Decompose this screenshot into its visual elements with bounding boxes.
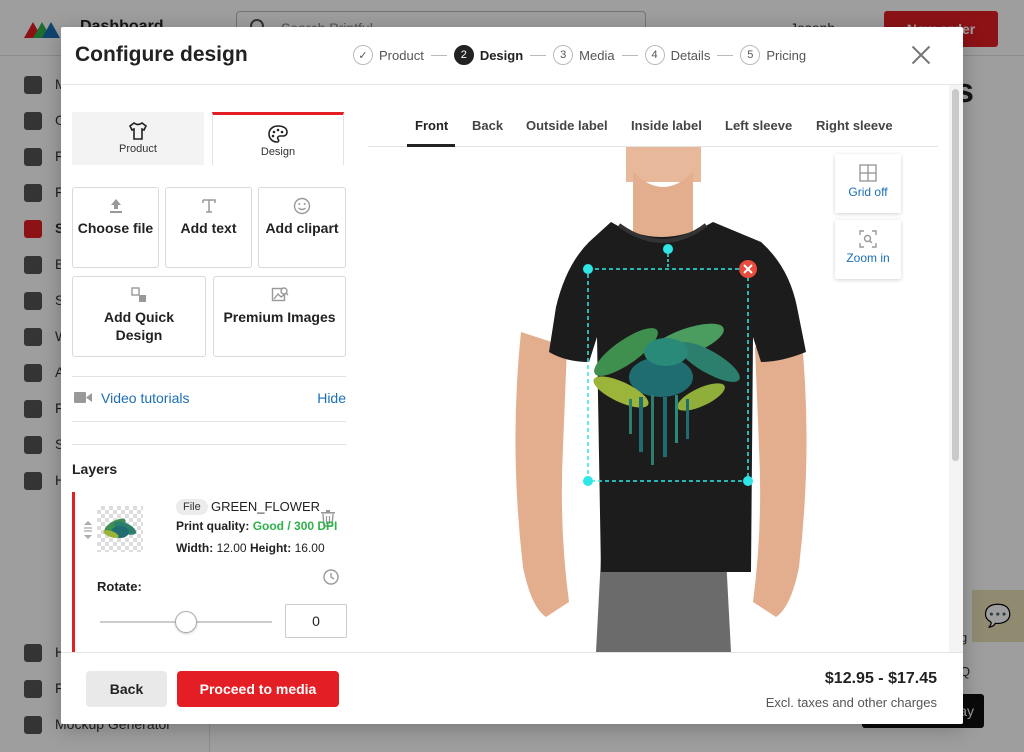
- tab-inside-label[interactable]: Inside label: [631, 118, 702, 133]
- tab-product[interactable]: Product: [72, 112, 204, 165]
- tool-label: Choose file: [77, 220, 154, 236]
- step-details[interactable]: 4 Details: [644, 45, 711, 65]
- rotate-slider-handle[interactable]: [175, 611, 197, 633]
- step-label: Details: [670, 47, 711, 63]
- step-connector: [430, 54, 447, 56]
- height-label: Height:: [249, 541, 292, 555]
- modal-title: Configure design: [75, 43, 248, 66]
- modal-header: Configure design ✓ Product 2 Design 3 Me…: [61, 27, 963, 85]
- step-connector: [717, 54, 734, 56]
- tab-right-sleeve[interactable]: Right sleeve: [816, 118, 893, 133]
- layers-title: Layers: [72, 461, 118, 477]
- quick-design-icon: [131, 287, 146, 302]
- step-number: 4: [644, 45, 665, 65]
- tshirt-icon: [128, 122, 148, 140]
- step-media[interactable]: 3 Media: [553, 45, 615, 65]
- model-right-arm: [753, 332, 807, 617]
- width-label: Width:: [176, 541, 214, 555]
- layer-thumbnail: [97, 506, 143, 552]
- layer-item[interactable]: File GREEN_FLOWER Print quality: Good / …: [72, 492, 347, 652]
- grid-button-label: Grid off: [848, 185, 888, 199]
- drag-handle-icon[interactable]: [83, 520, 93, 540]
- step-number: 3: [553, 45, 574, 65]
- image-search-icon: [271, 287, 288, 302]
- video-tutorials-row: Video tutorials Hide: [72, 387, 346, 409]
- print-quality-row: Print quality: Good / 300 DPI: [176, 519, 337, 533]
- grid-toggle-button[interactable]: Grid off: [835, 154, 901, 213]
- price-range: $12.95 - $17.45: [824, 670, 937, 687]
- check-icon: ✓: [353, 45, 373, 65]
- tool-label: Add Quick Design: [103, 309, 174, 343]
- tool-label: Add clipart: [265, 220, 339, 236]
- tab-left-sleeve[interactable]: Left sleeve: [725, 118, 792, 133]
- hide-link[interactable]: Hide: [317, 390, 346, 406]
- flower-thumbnail-image: [103, 518, 137, 538]
- modal-footer: Back Proceed to media $12.95 - $17.45 Ex…: [61, 652, 963, 724]
- zoom-button-label: Zoom in: [846, 251, 890, 265]
- view-tabs: Front Back Outside label Inside label Le…: [368, 113, 938, 147]
- step-connector: [530, 54, 547, 56]
- rotate-handle[interactable]: [663, 244, 673, 254]
- tab-label: Product: [119, 143, 157, 155]
- price-note: Excl. taxes and other charges: [765, 695, 937, 710]
- history-icon[interactable]: [322, 568, 340, 586]
- height-value: 16.00: [294, 541, 325, 555]
- tool-label: Premium Images: [223, 309, 336, 325]
- zoom-icon: [859, 230, 877, 248]
- width-value: 12.00: [216, 541, 247, 555]
- step-label: Product: [379, 47, 424, 63]
- rotate-label: Rotate:: [97, 579, 142, 594]
- video-camera-icon: [74, 392, 92, 403]
- stepper: ✓ Product 2 Design 3 Media 4 Details 5 P…: [353, 45, 806, 65]
- step-connector: [621, 54, 638, 56]
- grid-icon: [859, 164, 877, 182]
- divider: [72, 376, 346, 377]
- divider: [72, 444, 346, 445]
- step-number: 2: [453, 45, 474, 65]
- palette-icon: [268, 125, 288, 143]
- tab-design[interactable]: Design: [212, 112, 344, 165]
- remove-design-icon[interactable]: [739, 260, 757, 278]
- tab-outside-label[interactable]: Outside label: [526, 118, 608, 133]
- tool-label: Add text: [180, 220, 237, 236]
- add-text-button[interactable]: Add text: [165, 187, 252, 268]
- tab-front[interactable]: Front: [415, 118, 448, 133]
- step-product[interactable]: ✓ Product: [353, 45, 424, 65]
- print-quality-value: Good / 300 DPI: [252, 519, 338, 533]
- step-label: Media: [579, 47, 615, 63]
- step-number: 5: [740, 45, 761, 65]
- add-clipart-button[interactable]: Add clipart: [258, 187, 346, 268]
- step-label: Pricing: [766, 47, 807, 63]
- close-icon[interactable]: [911, 45, 931, 65]
- model-left-arm: [515, 332, 569, 617]
- tab-back[interactable]: Back: [472, 118, 503, 133]
- resize-handle-bottom-left[interactable]: [583, 476, 593, 486]
- upload-icon: [109, 199, 122, 213]
- smiley-icon: [293, 197, 311, 215]
- tab-label: Design: [260, 146, 296, 158]
- print-quality-label: Print quality:: [176, 519, 250, 533]
- step-design[interactable]: 2 Design: [453, 45, 524, 65]
- back-button[interactable]: Back: [86, 671, 167, 707]
- product-preview-canvas[interactable]: [461, 147, 861, 652]
- choose-file-button[interactable]: Choose file: [72, 187, 159, 268]
- zoom-in-button[interactable]: Zoom in: [835, 220, 901, 279]
- video-tutorials-link[interactable]: Video tutorials: [101, 390, 189, 406]
- step-label: Design: [479, 47, 524, 63]
- rotate-input[interactable]: 0: [285, 604, 347, 638]
- divider: [72, 421, 346, 422]
- configure-design-modal: Configure design ✓ Product 2 Design 3 Me…: [61, 27, 963, 724]
- proceed-to-media-button[interactable]: Proceed to media: [177, 671, 339, 707]
- resize-handle-top-left[interactable]: [583, 264, 593, 274]
- resize-handle-bottom-right[interactable]: [743, 476, 753, 486]
- text-icon: [201, 199, 216, 213]
- premium-images-button[interactable]: Premium Images: [213, 276, 346, 357]
- active-tab-indicator: [407, 144, 455, 147]
- dimensions-row: Width: 12.00 Height: 16.00: [176, 541, 325, 555]
- add-quick-design-button[interactable]: Add Quick Design: [72, 276, 206, 357]
- modal-scrollbar-thumb[interactable]: [952, 89, 959, 461]
- layer-file-name: GREEN_FLOWER: [211, 499, 321, 514]
- step-pricing[interactable]: 5 Pricing: [740, 45, 806, 65]
- file-badge: File: [176, 499, 208, 515]
